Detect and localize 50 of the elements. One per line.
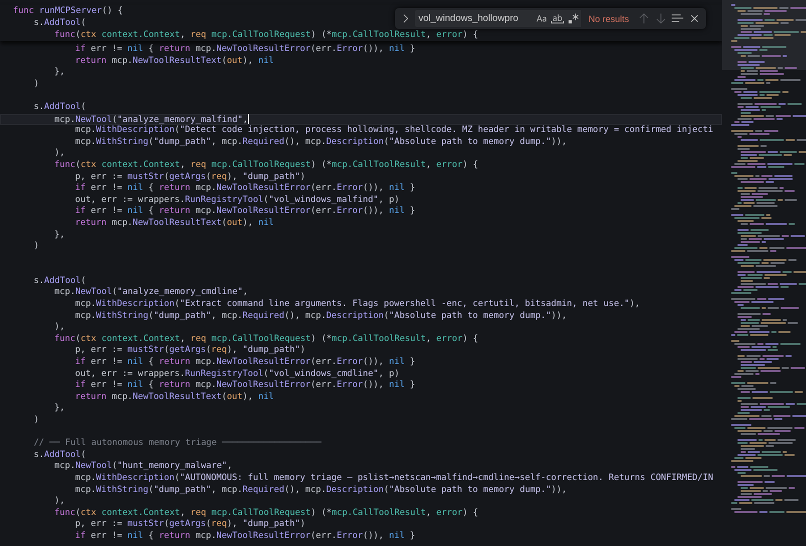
arrow-down-icon	[654, 12, 666, 25]
code-line: p, err := mustStr(getArgs(req), "dump_path")	[74, 345, 306, 357]
code-line: func(ctx context.Context, req mcp.CallToolRequest) (*mcp.CallToolResult, error) {	[53, 160, 478, 172]
code-line: p, err := mustStr(getArgs(req), "dump_path")	[74, 519, 306, 531]
code-line: func(ctx context.Context, req mcp.CallToolRequest) (*mcp.CallToolResult, error) {	[53, 334, 478, 345]
code-line: },	[53, 403, 65, 415]
regex-toggle[interactable]	[565, 10, 582, 27]
code-line: s.AddTool(	[32, 450, 86, 461]
code-line: ),	[53, 322, 65, 334]
code-line: out, err := wrappers.RunRegistryTool("vol_windows_cmdline", p)	[74, 368, 400, 380]
code-line: mcp.WithString("dump_path", mcp.Required(), mcp.Description("Absolute path to memory dump.")),	[74, 310, 567, 322]
arrow-up-icon	[636, 12, 650, 25]
code-line: mcp.WithDescription("AUTONOMOUS: full memory triage — pslist→netscan→malfind→cmdline→self-correction. Returns CONFIRMED/IN	[74, 472, 714, 485]
code-line: mcp.NewTool("analyze_memory_cmdline",	[53, 287, 248, 299]
code-line: },	[53, 67, 65, 79]
code-line: mcp.NewTool("analyze_memory_malfind",	[13, 114, 249, 126]
code-line: if err != nil { return mcp.NewToolResultError(err.Error()), nil }	[74, 357, 416, 369]
code-line: ),	[53, 496, 65, 508]
code-line: )	[32, 241, 39, 253]
code-line: func runMCPServer() {	[13, 5, 123, 17]
code-line: // ── Full autonomous memory triage ───────────────────	[32, 438, 322, 450]
list-lines-icon	[670, 12, 684, 25]
code-line: if err != nil { return mcp.NewToolResultError(err.Error()), nil }	[74, 44, 416, 56]
code-line: func(ctx context.Context, req mcp.CallToolRequest) (*mcp.CallToolResult, error) {	[53, 508, 478, 519]
code-line: ),	[53, 148, 65, 160]
code-line: )	[32, 415, 39, 427]
find-input[interactable]: vol_windows_hollowpro	[415, 10, 534, 27]
code-line: return mcp.NewToolResultText(out), nil	[74, 218, 274, 230]
code-line: if err != nil { return mcp.NewToolResultError(err.Error()), nil }	[74, 380, 416, 392]
code-line: if err != nil { return mcp.NewToolResultError(err.Error()), nil }	[74, 183, 416, 195]
code-line: return mcp.NewToolResultText(out), nil	[74, 392, 274, 404]
code-line: s.AddTool(	[32, 102, 86, 114]
code-line: mcp.NewTool("hunt_memory_malware",	[53, 461, 232, 473]
code-line: func(ctx context.Context, req mcp.CallToolRequest) (*mcp.CallToolResult, error) {	[53, 29, 478, 41]
code-line: },	[53, 230, 65, 242]
whole-word-icon	[550, 12, 564, 25]
code-line: if err != nil { return mcp.NewToolResultError(err.Error()), nil }	[74, 530, 416, 543]
regex-icon	[566, 12, 580, 25]
code-line: p, err := mustStr(getArgs(req), "dump_path")	[74, 172, 306, 183]
find-result-label: No results	[588, 14, 629, 24]
code-line: mcp.WithDescription("Detect code injection, process hollowing, shellcode. MZ header in writable memory = confirmed injecti	[74, 125, 714, 137]
code-line: return mcp.NewToolResultText(out), nil	[74, 56, 274, 68]
code-line: out, err := wrappers.RunRegistryTool("vol_windows_malfind", p)	[74, 194, 400, 206]
code-line: mcp.WithString("dump_path", mcp.Required(), mcp.Description("Absolute path to memory dump.")),	[74, 484, 567, 496]
code-line: s.AddTool(	[32, 276, 86, 287]
code-line: mcp.WithDescription("Extract command line arguments. Flags powershell -enc, certutil, bitsadmin, net use."),	[74, 299, 640, 311]
code-line: s.AddTool(	[32, 17, 86, 29]
code-line: )	[32, 78, 39, 90]
code-line: if err != nil { return mcp.NewToolResultError(err.Error()), nil }	[74, 206, 416, 218]
code-line: mcp.WithString("dump_path", mcp.Required(), mcp.Description("Absolute path to memory dump.")),	[74, 136, 567, 148]
